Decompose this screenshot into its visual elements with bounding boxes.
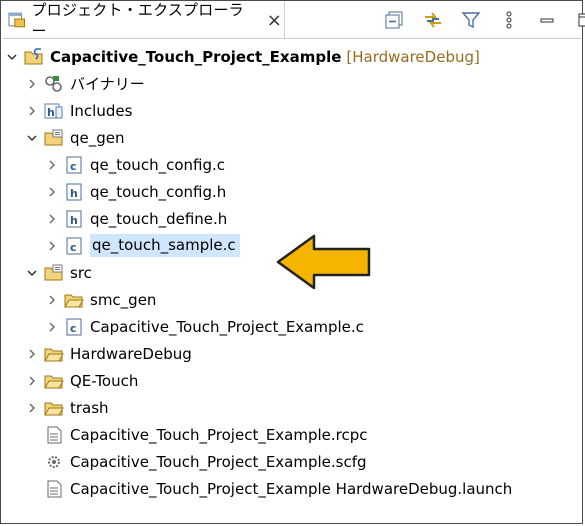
- view-toolbar: [382, 6, 585, 34]
- view-tab-bar: プロジェクト・エクスプローラー ×: [2, 1, 585, 40]
- folder-name: trash: [70, 398, 109, 417]
- tree-item-folder[interactable]: QE-Touch: [24, 367, 138, 394]
- tree-item-project[interactable]: Capacitive_Touch_Project_Example [Hardwa…: [4, 43, 480, 70]
- chevron-down-icon[interactable]: [4, 49, 20, 65]
- tree-item-file-selected[interactable]: c qe_touch_sample.c: [44, 232, 240, 259]
- file-name: Capacitive_Touch_Project_Example.scfg: [70, 452, 367, 471]
- svg-text:h: h: [70, 187, 78, 200]
- tree-item-qe-gen[interactable]: qe_gen: [24, 124, 125, 151]
- folder-name: QE-Touch: [70, 371, 139, 390]
- svg-text:c: c: [70, 160, 77, 173]
- view-menu-icon[interactable]: [496, 7, 522, 33]
- source-folder-icon: [44, 264, 64, 282]
- tree-item-folder[interactable]: smc_gen: [44, 286, 156, 313]
- chevron-right-icon[interactable]: [24, 76, 40, 92]
- folder-icon: [44, 399, 64, 417]
- svg-text:h: h: [70, 214, 78, 227]
- chevron-right-icon[interactable]: [44, 238, 60, 254]
- svg-text:c: c: [70, 241, 77, 254]
- folder-icon: [44, 345, 64, 363]
- maximize-icon[interactable]: [572, 7, 585, 33]
- c-source-file-icon: c: [64, 156, 84, 174]
- tree-item-includes[interactable]: h Includes: [24, 97, 132, 124]
- project-folder-icon: [24, 47, 44, 66]
- file-name: qe_touch_config.h: [90, 182, 227, 201]
- chevron-right-icon[interactable]: [44, 211, 60, 227]
- tree-item-src[interactable]: src: [24, 259, 92, 286]
- project-explorer-icon: [8, 12, 25, 28]
- folder-name: HardwareDebug: [70, 344, 192, 363]
- svg-text:h: h: [47, 106, 55, 119]
- tree-item-file[interactable]: h qe_touch_define.h: [44, 205, 227, 232]
- link-editor-icon[interactable]: [420, 7, 446, 33]
- filter-icon[interactable]: [458, 7, 484, 33]
- chevron-right-icon[interactable]: [24, 346, 40, 362]
- chevron-down-icon[interactable]: [24, 130, 40, 146]
- text-file-icon: [44, 426, 64, 444]
- tree-item-binaries[interactable]: バイナリー: [24, 70, 145, 97]
- gear-icon: [44, 453, 64, 471]
- tree-item-folder[interactable]: HardwareDebug: [24, 340, 192, 367]
- source-folder-icon: [44, 129, 64, 147]
- binaries-label: バイナリー: [70, 75, 145, 93]
- chevron-right-icon[interactable]: [24, 103, 40, 119]
- chevron-right-icon[interactable]: [44, 157, 60, 173]
- file-name: qe_touch_config.c: [90, 155, 225, 174]
- folder-icon: [44, 372, 64, 390]
- tree-item-file[interactable]: c Capacitive_Touch_Project_Example.c: [44, 313, 364, 340]
- tree-item-file[interactable]: c qe_touch_config.c: [44, 151, 225, 178]
- binaries-icon: [44, 75, 64, 93]
- file-name: Capacitive_Touch_Project_Example.rcpc: [70, 425, 368, 444]
- c-source-file-icon: c: [64, 318, 84, 336]
- chevron-down-icon[interactable]: [24, 265, 40, 281]
- project-name: Capacitive_Touch_Project_Example: [50, 47, 342, 66]
- header-file-icon: h: [64, 183, 84, 201]
- folder-name: smc_gen: [90, 290, 157, 309]
- chevron-right-icon[interactable]: [44, 184, 60, 200]
- header-file-icon: h: [64, 210, 84, 228]
- project-explorer-tab[interactable]: プロジェクト・エクスプローラー ×: [2, 1, 285, 40]
- tree-item-folder[interactable]: trash: [24, 394, 109, 421]
- tree-item-file[interactable]: Capacitive_Touch_Project_Example.scfg: [44, 448, 367, 475]
- chevron-right-icon[interactable]: [24, 373, 40, 389]
- src-label: src: [70, 263, 92, 282]
- project-build-config: [HardwareDebug]: [346, 47, 480, 66]
- tree-item-file[interactable]: Capacitive_Touch_Project_Example.rcpc: [44, 421, 368, 448]
- text-file-icon: [44, 480, 64, 498]
- annotation-arrow-icon: [276, 234, 371, 290]
- file-name: Capacitive_Touch_Project_Example.c: [90, 317, 364, 336]
- file-name: qe_touch_sample.c: [90, 234, 240, 257]
- includes-label: Includes: [70, 101, 133, 120]
- qe-gen-label: qe_gen: [70, 128, 125, 147]
- file-name: qe_touch_define.h: [90, 209, 228, 228]
- chevron-right-icon[interactable]: [44, 292, 60, 308]
- collapse-all-icon[interactable]: [382, 7, 408, 33]
- tree-item-file[interactable]: h qe_touch_config.h: [44, 178, 226, 205]
- file-name: Capacitive_Touch_Project_Example Hardwar…: [70, 479, 513, 498]
- close-icon[interactable]: ×: [265, 10, 284, 31]
- chevron-right-icon[interactable]: [24, 400, 40, 416]
- view-title: プロジェクト・エクスプローラー: [31, 1, 244, 40]
- svg-text:c: c: [70, 322, 77, 335]
- folder-icon: [64, 291, 84, 309]
- minimize-icon[interactable]: [534, 7, 560, 33]
- chevron-right-icon[interactable]: [44, 319, 60, 335]
- includes-icon: h: [44, 102, 64, 120]
- c-source-file-icon: c: [64, 237, 84, 255]
- tree-item-file[interactable]: Capacitive_Touch_Project_Example Hardwar…: [44, 475, 512, 502]
